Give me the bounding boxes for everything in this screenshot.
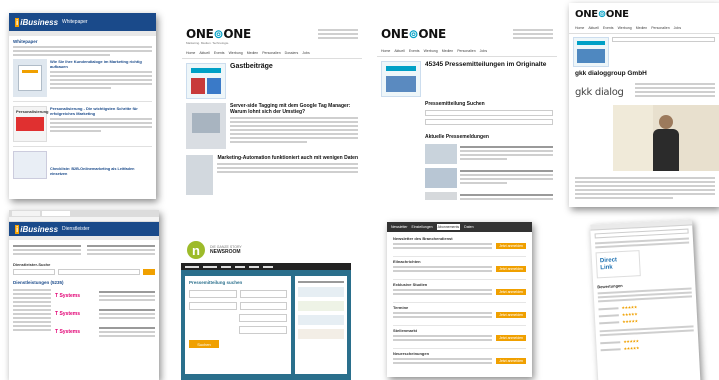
news-thumbnail[interactable] (425, 192, 457, 200)
oneone-logo[interactable]: ONE⊚ONE (186, 27, 251, 41)
subscribe-button[interactable]: Jetzt anmelden (496, 243, 526, 249)
partner-logo[interactable] (298, 315, 344, 325)
filter-select[interactable] (239, 290, 287, 298)
subscribe-button[interactable]: Jetzt anmelden (496, 335, 526, 341)
list-item: Exklusive Studien Jetzt anmelden (393, 282, 526, 303)
company-logo: gkk dialog (575, 86, 624, 98)
search-heading: Dienstleister-Suche (13, 262, 51, 267)
newsroom-screenshot: n DIE GANZE STORY NEWSROOM Pressemitteil… (181, 237, 351, 380)
subscribe-button[interactable]: Jetzt anmelden (496, 358, 526, 364)
section-title: Dienstleister (62, 226, 90, 232)
article-thumbnail[interactable] (13, 151, 47, 179)
search-heading: Pressemitteilung suchen (189, 280, 243, 285)
article-tag: Personalisierung (16, 109, 49, 114)
partner-logo[interactable] (298, 287, 344, 297)
sidebar-ad[interactable] (573, 37, 609, 67)
company-logo[interactable]: T Systems (55, 293, 95, 299)
rating-screenshot: Direct Link Bewertungen ★★★★★ ★★★★★ ★★★★… (590, 219, 701, 380)
sidebar-ad[interactable] (186, 63, 226, 99)
search-button[interactable] (143, 269, 155, 275)
oneone-logo[interactable]: ONE⊚ONE (381, 27, 446, 41)
search-input[interactable] (189, 302, 237, 310)
filter-select[interactable] (238, 326, 287, 334)
news-thumbnail[interactable] (425, 144, 457, 164)
sidebar-ad[interactable] (381, 61, 421, 97)
list-item: Newsletter des Branchendienst Jetzt anme… (393, 236, 526, 257)
news-thumbnail[interactable] (425, 168, 457, 188)
company-logo[interactable]: T Systems (55, 329, 95, 335)
subscription-screenshot: Newsletter Einstellungen Abonnements Dat… (387, 222, 532, 377)
search-input[interactable] (425, 110, 553, 116)
oneone-press-screenshot: ONE⊚ONE Home Aktuell Events Werbung Medien Pe… (377, 17, 557, 200)
search-input[interactable] (58, 269, 140, 275)
article-image[interactable] (186, 103, 226, 149)
article-title[interactable]: Wie Sie Ihre Kundendialoge im Marketing … (50, 59, 152, 69)
oneone-gastbeitraege-screenshot: ONE⊚ONE Marketing. Medien. Technologie. … (182, 17, 362, 200)
newsroom-logo-mark[interactable]: n (187, 241, 205, 259)
main-navigation[interactable]: Home Aktuell Events Werbung Medien Personalie… (377, 41, 557, 57)
company-video[interactable] (613, 105, 719, 171)
page-heading: Whitepaper (13, 39, 38, 44)
section-title: Whitepaper (62, 19, 88, 25)
tab-bar: Newsletter Einstellungen Abonnements Dat… (387, 222, 532, 232)
filter-select[interactable] (239, 302, 287, 310)
article-title[interactable]: Personalisierung - Die wichtigsten Schri… (50, 106, 152, 116)
tab-settings[interactable]: Einstellungen (412, 225, 433, 229)
ibusiness-logo[interactable]: i iBusiness (15, 17, 58, 27)
ibusiness-logo[interactable]: i iBusiness (15, 224, 58, 234)
list-item: Termine Jetzt anmelden (393, 305, 526, 326)
category-select[interactable] (13, 269, 55, 275)
search-button[interactable]: Suchen (189, 340, 219, 348)
filter-select[interactable] (238, 314, 287, 322)
ibusiness-whitepaper-screenshot: i iBusiness Whitepaper Whitepaper Wie Sie… (9, 13, 156, 199)
tab-data[interactable]: Daten (464, 225, 473, 229)
category-list[interactable] (13, 287, 51, 339)
article-thumbnail[interactable]: Personalisierung (13, 106, 49, 142)
list-item: Eilnachrichten Jetzt anmelden (393, 259, 526, 280)
main-navigation[interactable] (181, 263, 351, 270)
ibusiness-dienstleister-screenshot: i iBusiness Dienstleister Dienstleister-S… (9, 210, 159, 380)
listing-heading: Dienstleistungen (5235) (13, 280, 64, 285)
directlink-logo[interactable]: Direct Link (595, 250, 641, 279)
search-input[interactable] (189, 290, 237, 298)
news-heading: Aktuelle Pressemeldungen (425, 134, 489, 140)
search-input[interactable] (612, 37, 715, 42)
article-image[interactable] (186, 155, 214, 195)
tagline: Marketing. Medien. Technologie. (186, 41, 230, 45)
company-title: gkk dialoggroup GmbH (575, 70, 647, 77)
search-input[interactable] (425, 119, 553, 125)
screenshot-collage: i iBusiness Whitepaper Whitepaper Wie Sie… (0, 0, 719, 380)
subscribe-button[interactable]: Jetzt anmelden (496, 312, 526, 318)
partner-logo[interactable] (298, 329, 344, 339)
sidebar-panel (295, 276, 347, 374)
list-item: Neuerscheinungen Jetzt anmelden (393, 351, 526, 372)
subscribe-button[interactable]: Jetzt anmelden (496, 289, 526, 295)
main-navigation[interactable]: Home Aktuell Events Werbung Medien Personalie… (182, 45, 362, 59)
main-navigation[interactable]: Home Aktuell Events Werbung Medien Personalie… (569, 20, 719, 34)
newsroom-logo-text: NEWSROOM (210, 249, 241, 255)
article-thumbnail[interactable] (13, 59, 47, 97)
list-item: Stellenmarkt Jetzt anmelden (393, 328, 526, 349)
tab-newsletter[interactable]: Newsletter (391, 225, 408, 229)
search-input[interactable] (594, 228, 689, 239)
article-title[interactable]: Marketing-Automation funktioniert auch m… (217, 155, 358, 161)
oneone-logo[interactable]: ONE⊚ONE (575, 9, 716, 20)
subscribe-button[interactable]: Jetzt anmelden (496, 266, 526, 272)
partner-logo[interactable] (298, 301, 344, 311)
company-logo[interactable]: T Systems (55, 311, 95, 317)
oneone-company-screenshot: ONE⊚ONE Home Aktuell Events Werbung Medien Pe… (569, 3, 719, 207)
article-title[interactable]: Checkliste: B2B-Onlinemarketing als Leit… (50, 167, 152, 177)
page-heading: Gastbeiträge (230, 63, 273, 70)
search-panel: Pressemitteilung suchen Suchen (185, 276, 291, 374)
page-heading: 45345 Pressemitteilungen im Originalte (425, 61, 547, 68)
tab-subscriptions[interactable]: Abonnements (436, 224, 461, 230)
article-title[interactable]: Server-side Tagging mit dem Google Tag M… (230, 103, 358, 115)
search-heading: Pressemitteilung Suchen (425, 101, 485, 107)
